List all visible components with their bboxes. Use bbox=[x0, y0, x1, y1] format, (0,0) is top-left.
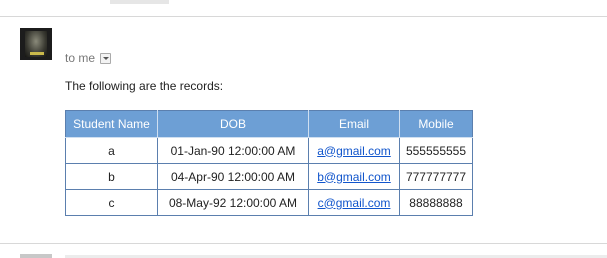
message-intro-text: The following are the records: bbox=[65, 79, 224, 93]
cell-dob: 01-Jan-90 12:00:00 AM bbox=[157, 137, 309, 164]
email-link[interactable]: b@gmail.com bbox=[317, 170, 391, 184]
cell-email: a@gmail.com bbox=[308, 137, 400, 164]
recipient-line: to me bbox=[65, 51, 112, 65]
cell-mobile: 555555555 bbox=[399, 137, 473, 164]
top-divider bbox=[0, 16, 607, 17]
cell-email: b@gmail.com bbox=[308, 163, 400, 190]
header-dob: DOB bbox=[157, 110, 309, 138]
table-header-row: Student Name DOB Email Mobile bbox=[65, 110, 473, 138]
avatar-caption-strip bbox=[30, 52, 44, 55]
cell-mobile: 88888888 bbox=[399, 189, 473, 216]
table-row: a 01-Jan-90 12:00:00 AM a@gmail.com 5555… bbox=[65, 137, 473, 164]
header-email: Email bbox=[308, 110, 400, 138]
header-student-name: Student Name bbox=[65, 110, 158, 138]
avatar[interactable] bbox=[20, 28, 52, 60]
cell-student-name: a bbox=[65, 137, 158, 164]
recipient-label: to me bbox=[65, 51, 96, 65]
header-mobile: Mobile bbox=[399, 110, 473, 138]
show-details-button[interactable] bbox=[100, 52, 112, 64]
cell-mobile: 777777777 bbox=[399, 163, 473, 190]
cell-dob: 04-Apr-90 12:00:00 AM bbox=[157, 163, 309, 190]
chevron-down-icon bbox=[102, 57, 109, 60]
table-row: b 04-Apr-90 12:00:00 AM b@gmail.com 7777… bbox=[65, 163, 473, 190]
cell-student-name: c bbox=[65, 189, 158, 216]
bottom-divider bbox=[0, 243, 607, 244]
email-message-view: to me The following are the records: Stu… bbox=[0, 0, 607, 258]
cell-email: c@gmail.com bbox=[308, 189, 400, 216]
email-link[interactable]: c@gmail.com bbox=[318, 196, 391, 210]
table-row: c 08-May-92 12:00:00 AM c@gmail.com 8888… bbox=[65, 189, 473, 216]
cell-student-name: b bbox=[65, 163, 158, 190]
top-button-edge[interactable] bbox=[110, 0, 169, 4]
records-table: Student Name DOB Email Mobile a 01-Jan-9… bbox=[65, 110, 473, 216]
email-link[interactable]: a@gmail.com bbox=[317, 144, 391, 158]
cell-dob: 08-May-92 12:00:00 AM bbox=[157, 189, 309, 216]
next-message-avatar[interactable] bbox=[20, 254, 52, 258]
